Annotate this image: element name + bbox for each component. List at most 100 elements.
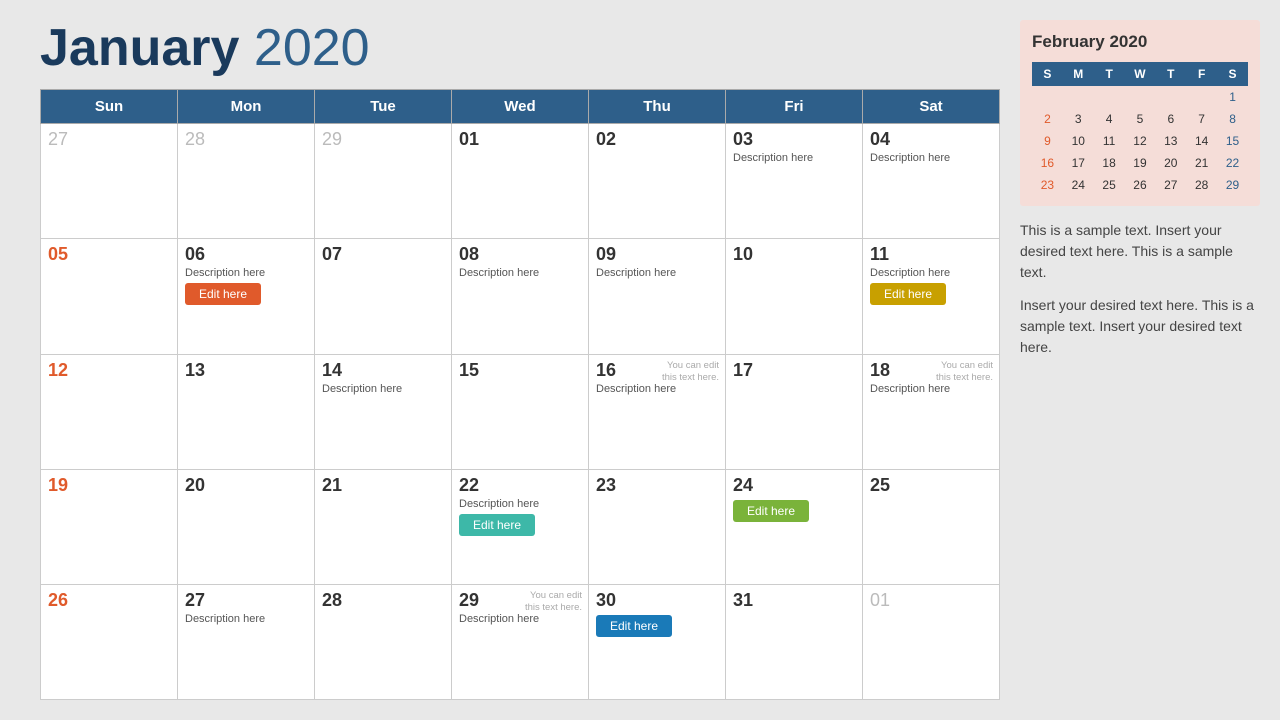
calendar-table: SunMonTueWedThuFriSat 272829010203Descri… — [40, 89, 1000, 700]
calendar-cell: 28 — [315, 584, 452, 699]
mini-calendar-cell: 8 — [1217, 108, 1248, 130]
mini-calendar-cell: 2 — [1032, 108, 1063, 130]
mini-calendar-cell — [1186, 86, 1217, 108]
day-description: Description here — [870, 152, 992, 164]
calendar-cell: 24 Edit here — [726, 469, 863, 584]
calendar-cell: 06Description hereEdit here — [178, 239, 315, 354]
mini-calendar-cell: 18 — [1094, 152, 1125, 174]
day-number: 25 — [870, 475, 992, 496]
mini-calendar-cell — [1032, 86, 1063, 108]
weekday-cell: Sat — [863, 90, 1000, 124]
day-description: Description here — [596, 267, 718, 279]
day-number: 19 — [48, 475, 170, 496]
weekday-cell: Mon — [178, 90, 315, 124]
mini-calendar-cell: 17 — [1063, 152, 1094, 174]
day-description: Description here — [596, 383, 718, 395]
day-number: 07 — [322, 244, 444, 265]
calendar-cell: 13 — [178, 354, 315, 469]
day-number: 27 — [185, 590, 307, 611]
mini-calendar-cell: 23 — [1032, 174, 1063, 196]
calendar-cell: 23 — [589, 469, 726, 584]
day-number: 28 — [185, 129, 307, 150]
day-number: 26 — [48, 590, 170, 611]
calendar-cell: 20 — [178, 469, 315, 584]
edit-button[interactable]: Edit here — [870, 283, 946, 305]
day-number: 17 — [733, 360, 855, 381]
edit-button[interactable]: Edit here — [185, 283, 261, 305]
mini-calendar-row: 23242526272829 — [1032, 174, 1248, 196]
mini-calendar-cell: 24 — [1063, 174, 1094, 196]
mini-header-row: SMTWTFS — [1032, 62, 1248, 86]
weekday-cell: Thu — [589, 90, 726, 124]
edit-hint: You can edit this text here. — [662, 360, 719, 385]
mini-calendar-container: February 2020 SMTWTFS 123456789101112131… — [1020, 20, 1260, 206]
weekday-cell: Tue — [315, 90, 452, 124]
day-number: 11 — [870, 244, 992, 265]
day-number: 22 — [459, 475, 581, 496]
day-number: 12 — [48, 360, 170, 381]
day-number: 30 — [596, 590, 718, 611]
right-panel: February 2020 SMTWTFS 123456789101112131… — [1020, 20, 1260, 700]
day-description: Description here — [459, 267, 581, 279]
mini-calendar-row: 1 — [1032, 86, 1248, 108]
edit-button[interactable]: Edit here — [733, 500, 809, 522]
mini-calendar-cell: 7 — [1186, 108, 1217, 130]
mini-calendar-row: 2345678 — [1032, 108, 1248, 130]
edit-button[interactable]: Edit here — [596, 615, 672, 637]
edit-hint: You can edit this text here. — [525, 590, 582, 615]
mini-calendar-cell: 3 — [1063, 108, 1094, 130]
mini-calendar-cell: 27 — [1155, 174, 1186, 196]
day-number: 24 — [733, 475, 855, 496]
weekday-cell: Sun — [41, 90, 178, 124]
calendar-cell: 07 — [315, 239, 452, 354]
day-number: 10 — [733, 244, 855, 265]
main-calendar: January 2020 SunMonTueWedThuFriSat 27282… — [40, 20, 1000, 700]
mini-calendar-cell: 20 — [1155, 152, 1186, 174]
edit-button[interactable]: Edit here — [459, 514, 535, 536]
mini-calendar-cell: 10 — [1063, 130, 1094, 152]
mini-calendar-cell: 25 — [1094, 174, 1125, 196]
day-number: 04 — [870, 129, 992, 150]
day-description: Description here — [322, 383, 444, 395]
month-name: January — [40, 19, 239, 77]
calendar-cell: 17 — [726, 354, 863, 469]
calendar-cell: 22Description hereEdit here — [452, 469, 589, 584]
mini-calendar-cell: 22 — [1217, 152, 1248, 174]
mini-calendar-row: 16171819202122 — [1032, 152, 1248, 174]
day-number: 06 — [185, 244, 307, 265]
mini-calendar-cell: 9 — [1032, 130, 1063, 152]
calendar-cell: 30 Edit here — [589, 584, 726, 699]
mini-calendar-cell: 16 — [1032, 152, 1063, 174]
calendar-row: 19 20 21 22Description hereEdit here23 24 Edi… — [41, 469, 1000, 584]
calendar-cell: 27 — [41, 124, 178, 239]
calendar-cell: You can edit this text here.29Descriptio… — [452, 584, 589, 699]
day-number: 13 — [185, 360, 307, 381]
calendar-cell: 21 — [315, 469, 452, 584]
year-number: 2020 — [254, 19, 370, 77]
mini-calendar-cell: 28 — [1186, 174, 1217, 196]
calendar-cell: 19 — [41, 469, 178, 584]
mini-calendar-cell: 14 — [1186, 130, 1217, 152]
text-block-1: This is a sample text. Insert your desir… — [1020, 220, 1260, 283]
mini-weekday-cell: S — [1032, 62, 1063, 86]
mini-calendar-row: 9101112131415 — [1032, 130, 1248, 152]
day-number: 29 — [322, 129, 444, 150]
day-number: 03 — [733, 129, 855, 150]
calendar-cell: 15 — [452, 354, 589, 469]
calendar-cell: 28 — [178, 124, 315, 239]
mini-calendar-cell: 21 — [1186, 152, 1217, 174]
mini-calendar-cell — [1155, 86, 1186, 108]
calendar-cell: You can edit this text here.16Descriptio… — [589, 354, 726, 469]
calendar-cell: 27 Description here — [178, 584, 315, 699]
day-number: 01 — [870, 590, 992, 611]
calendar-cell: 09Description here — [589, 239, 726, 354]
calendar-row: 272829010203Description here04Descriptio… — [41, 124, 1000, 239]
day-number: 21 — [322, 475, 444, 496]
calendar-row: 0506Description hereEdit here0708Descrip… — [41, 239, 1000, 354]
calendar-cell: 25 — [863, 469, 1000, 584]
mini-calendar-cell: 4 — [1094, 108, 1125, 130]
mini-calendar-cell: 29 — [1217, 174, 1248, 196]
mini-calendar-cell: 11 — [1094, 130, 1125, 152]
day-description: Description here — [185, 613, 307, 625]
day-number: 01 — [459, 129, 581, 150]
